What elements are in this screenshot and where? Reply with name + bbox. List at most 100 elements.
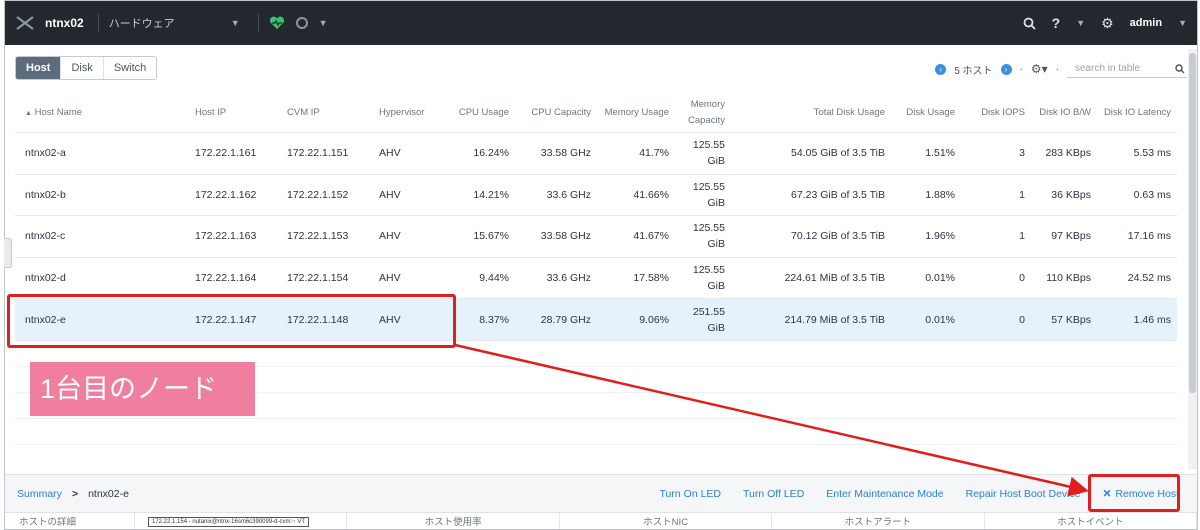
dot-separator: · [1019, 63, 1023, 75]
turn-on-led-button[interactable]: Turn On LED [660, 488, 721, 500]
cell-disk-usage: 1.96% [925, 230, 955, 243]
nav-divider [97, 14, 99, 32]
cell-disk-io-latency: 0.63 ms [1133, 188, 1171, 201]
col-memory-usage[interactable]: Memory Usage [597, 107, 675, 118]
tab-host-nic[interactable]: ホストNIC [560, 513, 773, 529]
cell-memory-capacity: 125.55 GiB [692, 264, 725, 293]
turn-off-led-button[interactable]: Turn Off LED [743, 488, 804, 500]
table-header: ▲ Host Name Host IP CVM IP Hypervisor CP… [15, 93, 1177, 133]
repair-host-boot-device-button[interactable]: Repair Host Boot Device [966, 488, 1081, 500]
cell-memory-usage: 41.7% [639, 147, 669, 160]
cell-cpu-usage: 16.24% [473, 147, 509, 160]
cell-disk-iops: 3 [1019, 147, 1025, 160]
cell-disk-io-latency: 17.16 ms [1127, 230, 1171, 243]
cell-disk-io-bw: 110 KBps [1046, 272, 1091, 285]
cell-memory-capacity: 125.55 GiB [692, 139, 725, 168]
cell-disk-iops: 0 [1019, 272, 1025, 285]
cell-cpu-usage: 14.21% [473, 188, 509, 201]
highlight-remove-host [1088, 474, 1180, 512]
chevron-down-icon: ▼ [318, 18, 328, 28]
column-settings-icon[interactable]: ⚙▾ [1031, 62, 1048, 76]
side-panel-handle[interactable] [4, 238, 12, 268]
cell-total-disk-usage: 67.23 GiB of 3.5 TiB [791, 188, 885, 201]
cell-disk-io-latency: 1.46 ms [1133, 313, 1171, 326]
col-hypervisor[interactable]: Hypervisor [373, 107, 443, 118]
breadcrumb: Summary > ntnx02-e [5, 488, 129, 500]
cell-cpu-capacity: 33.6 GHz [546, 188, 591, 201]
cell-memory-capacity: 251.55 GiB [692, 305, 725, 334]
cell-memory-capacity: 125.55 GiB [692, 180, 725, 209]
col-cpu-capacity[interactable]: CPU Capacity [515, 107, 597, 118]
heart-health-icon [269, 16, 284, 29]
cell-cvm-ip: 172.22.1.151 [287, 147, 349, 160]
cell-hypervisor: AHV [379, 230, 401, 243]
table-row[interactable]: ntnx02-c 172.22.1.163 172.22.1.153 AHV 15.67… [15, 216, 1177, 258]
col-cvm-ip[interactable]: CVM IP [281, 107, 373, 118]
prev-page-icon[interactable]: ‹ [935, 63, 947, 75]
search-icon[interactable] [1023, 17, 1036, 30]
table-row[interactable]: ntnx02-b 172.22.1.162 172.22.1.152 AHV 14.21… [15, 175, 1177, 217]
cell-hypervisor: AHV [379, 147, 401, 160]
top-nav: ntnx02 ハードウェア ▼ ▼ ? ▼ ⚙ admin ▼ [5, 1, 1197, 45]
table-row[interactable]: ntnx02-a 172.22.1.161 172.22.1.151 AHV 16.24… [15, 133, 1177, 175]
alert-circle-icon[interactable] [295, 16, 309, 30]
cell-cpu-usage: 15.67% [473, 230, 509, 243]
col-disk-iops[interactable]: Disk IOPS [961, 107, 1031, 118]
enter-maintenance-mode-button[interactable]: Enter Maintenance Mode [826, 488, 943, 500]
cell-cvm-ip: 172.22.1.154 [287, 272, 349, 285]
cell-host-name: ntnx02-d [25, 272, 66, 285]
vertical-scrollbar[interactable] [1188, 49, 1197, 469]
tab-switch[interactable]: Switch [103, 57, 157, 79]
cell-disk-iops: 0 [1019, 313, 1025, 326]
table-search-input[interactable]: search in table [1067, 60, 1187, 78]
tab-host-usage[interactable]: ホスト使用率 [347, 513, 560, 529]
nav-right: ? ▼ ⚙ admin ▼ [1023, 1, 1187, 45]
col-disk-io-bw[interactable]: Disk IO B/W [1031, 107, 1097, 118]
cell-disk-io-bw: 283 KBps [1045, 147, 1091, 160]
summary-bar: Summary > ntnx02-e Turn On LED Turn Off … [5, 474, 1197, 512]
scrollbar-thumb[interactable] [1189, 53, 1196, 393]
cell-disk-usage: 0.01% [925, 272, 955, 285]
col-host-name[interactable]: ▲ Host Name [15, 107, 189, 118]
cell-disk-io-bw: 36 KBps [1051, 188, 1091, 201]
cell-host-ip: 172.22.1.164 [195, 272, 257, 285]
view-menu[interactable]: ハードウェア ▼ [109, 15, 258, 31]
view-menu-label: ハードウェア [108, 18, 175, 30]
nav-divider [257, 14, 259, 32]
cell-total-disk-usage: 54.05 GiB of 3.5 TiB [791, 147, 885, 160]
col-disk-io-latency[interactable]: Disk IO Latency [1097, 107, 1177, 118]
cell-total-disk-usage: 70.12 GiB of 3.5 TiB [791, 230, 885, 243]
tab-host-events[interactable]: ホストイベント [985, 513, 1197, 529]
cell-host-ip: 172.22.1.162 [195, 188, 257, 201]
health-status[interactable]: ▼ [269, 16, 328, 30]
tab-host-alerts[interactable]: ホストアラート [772, 513, 985, 529]
empty-row [15, 419, 1177, 445]
cluster-name[interactable]: ntnx02 [45, 16, 98, 30]
col-cpu-usage[interactable]: CPU Usage [443, 107, 515, 118]
col-disk-usage[interactable]: Disk Usage [891, 107, 961, 118]
cell-disk-io-latency: 24.52 ms [1127, 272, 1171, 285]
col-memory-capacity[interactable]: Memory Capacity [675, 97, 731, 129]
summary-link[interactable]: Summary [17, 488, 62, 500]
gear-icon[interactable]: ⚙ [1101, 15, 1114, 32]
cell-memory-capacity: 125.55 GiB [692, 222, 725, 251]
cell-disk-usage: 1.88% [925, 188, 955, 201]
cell-disk-usage: 0.01% [925, 313, 955, 326]
tab-host[interactable]: Host [16, 57, 62, 79]
cell-disk-io-latency: 5.53 ms [1133, 147, 1171, 160]
tab-disk[interactable]: Disk [61, 57, 104, 79]
cell-disk-io-bw: 97 KBps [1051, 230, 1091, 243]
nutanix-logo-icon[interactable] [5, 1, 45, 45]
cell-host-name: ntnx02-b [25, 188, 66, 201]
cell-host-name: ntnx02-a [25, 147, 66, 160]
help-icon[interactable]: ? [1052, 15, 1061, 31]
user-menu[interactable]: admin [1130, 17, 1162, 29]
next-page-icon[interactable]: › [1000, 63, 1012, 75]
search-icon [1175, 63, 1185, 73]
col-total-disk-usage[interactable]: Total Disk Usage [731, 107, 891, 118]
col-host-ip[interactable]: Host IP [189, 107, 281, 118]
cell-cpu-usage: 9.44% [479, 272, 509, 285]
tab-host-details[interactable]: ホストの詳細 [5, 513, 135, 529]
prism-window: ntnx02 ハードウェア ▼ ▼ ? ▼ ⚙ admin ▼ Host Dis… [4, 0, 1198, 530]
chevron-down-icon: ▼ [1178, 18, 1187, 28]
